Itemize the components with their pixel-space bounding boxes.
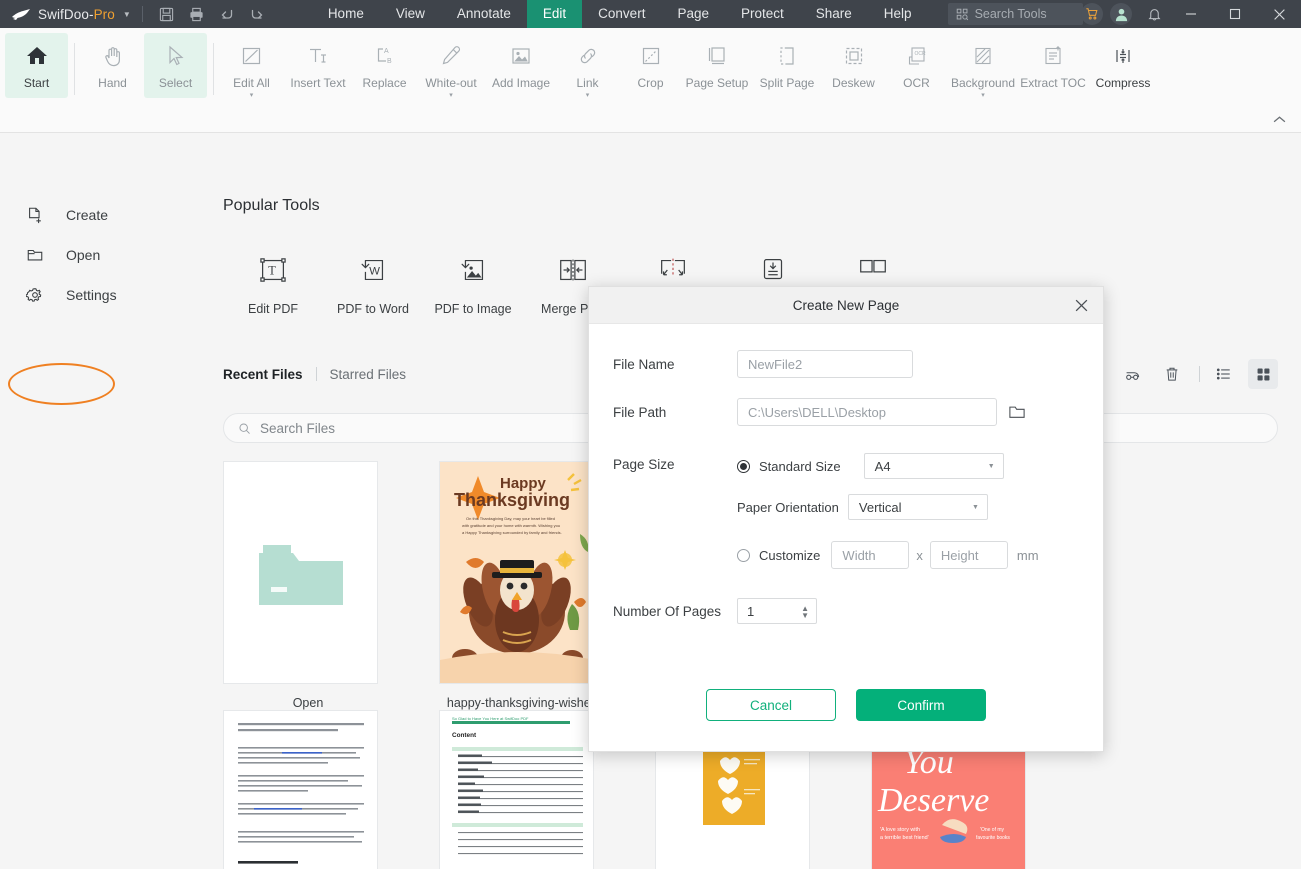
customize-label: Customize	[759, 547, 821, 563]
standard-size-value: A4	[874, 458, 891, 474]
height-input[interactable]: Height	[929, 541, 1008, 569]
file-name-row: File Name NewFile2	[589, 350, 1103, 378]
dialog-title: Create New Page	[792, 297, 900, 313]
standard-size-radio[interactable]	[737, 459, 750, 473]
standard-size-select[interactable]: A4 ▼	[863, 453, 1004, 479]
number-of-pages-row: Number Of Pages 1 ▲ ▼	[589, 598, 1103, 624]
number-of-pages-stepper[interactable]: 1 ▲ ▼	[737, 598, 817, 624]
number-of-pages-value: 1	[747, 603, 755, 619]
stepper-arrows[interactable]: ▲ ▼	[801, 600, 809, 624]
confirm-button[interactable]: Confirm	[856, 689, 986, 721]
dialog-footer: Cancel Confirm	[589, 689, 1103, 721]
close-icon[interactable]	[1067, 291, 1095, 319]
file-path-label: File Path	[613, 404, 667, 420]
file-path-row: File Path C:\Users\DELL\Desktop	[589, 398, 1103, 426]
create-new-page-dialog: Create New Page File Name NewFile2 File …	[588, 286, 1104, 752]
paper-orientation-select[interactable]: Vertical ▼	[847, 494, 988, 520]
paper-orientation-label: Paper Orientation	[737, 499, 839, 515]
page-size-label: Page Size	[613, 457, 675, 472]
page-size-row: Page Size Standard Size A4 ▼ Paper Orien…	[589, 453, 1103, 569]
paper-orientation-row: Paper Orientation Vertical ▼	[737, 494, 1039, 520]
unit-label: mm	[1016, 547, 1039, 563]
folder-icon[interactable]	[1008, 404, 1026, 420]
file-path-input[interactable]: C:\Users\DELL\Desktop	[737, 398, 997, 426]
cancel-button[interactable]: Cancel	[706, 689, 836, 721]
file-name-label: File Name	[613, 356, 675, 372]
stepper-down-icon[interactable]: ▼	[801, 612, 809, 620]
chevron-down-icon: ▼	[971, 503, 979, 511]
customize-option[interactable]: Customize Width x Height mm	[737, 541, 1039, 569]
standard-size-label: Standard Size	[759, 458, 841, 474]
page-size-options: Standard Size A4 ▼ Paper Orientation Ver…	[737, 453, 1039, 569]
chevron-down-icon: ▼	[987, 462, 995, 470]
paper-orientation-value: Vertical	[858, 499, 902, 515]
modal-overlay: Create New Page File Name NewFile2 File …	[0, 0, 1301, 869]
dialog-header: Create New Page	[589, 287, 1103, 324]
width-input[interactable]: Width	[831, 541, 910, 569]
standard-size-option[interactable]: Standard Size A4 ▼	[737, 453, 1039, 479]
file-name-input[interactable]: NewFile2	[737, 350, 913, 378]
customize-radio[interactable]	[737, 548, 750, 562]
number-of-pages-label: Number Of Pages	[613, 603, 722, 619]
dimension-separator: x	[916, 547, 923, 563]
